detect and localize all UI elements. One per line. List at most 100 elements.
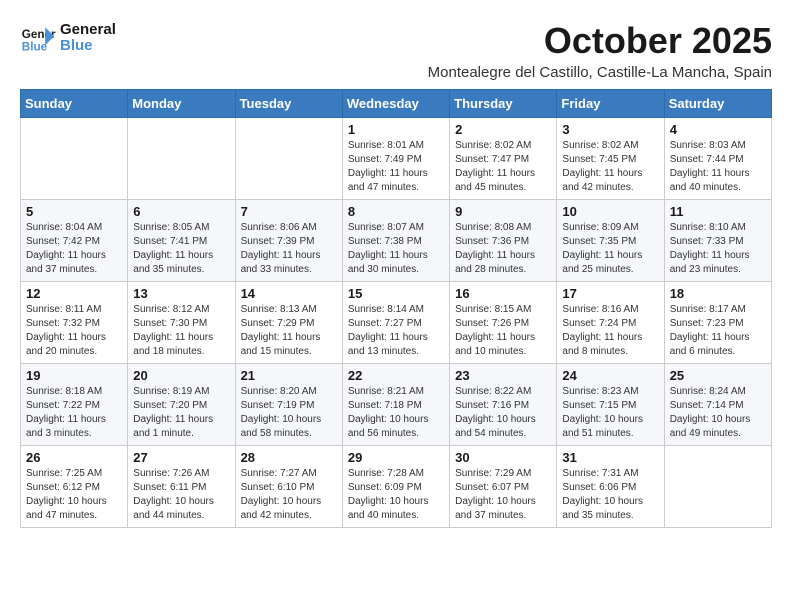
cell-text: Sunrise: 7:31 AM Sunset: 6:06 PM Dayligh… — [562, 467, 658, 523]
cell-text: Sunrise: 8:11 AM Sunset: 7:32 PM Dayligh… — [26, 303, 122, 359]
cell-text: Sunrise: 8:21 AM Sunset: 7:18 PM Dayligh… — [348, 385, 444, 441]
day-number: 15 — [348, 286, 444, 301]
weekday-header-row: SundayMondayTuesdayWednesdayThursdayFrid… — [21, 90, 772, 118]
cell-text: Sunrise: 8:02 AM Sunset: 7:47 PM Dayligh… — [455, 139, 551, 195]
calendar-cell: 12 Sunrise: 8:11 AM Sunset: 7:32 PM Dayli… — [21, 282, 128, 364]
calendar-cell: 27 Sunrise: 7:26 AM Sunset: 6:11 PM Dayli… — [128, 446, 235, 528]
calendar-cell: 21Sunrise: 8:20 AM Sunset: 7:19 PM Dayli… — [235, 364, 342, 446]
weekday-header-tuesday: Tuesday — [235, 90, 342, 118]
cell-text: Sunrise: 8:02 AM Sunset: 7:45 PM Dayligh… — [562, 139, 658, 195]
cell-text: Sunrise: 7:29 AM Sunset: 6:07 PM Dayligh… — [455, 467, 551, 523]
weekday-header-wednesday: Wednesday — [342, 90, 449, 118]
calendar-cell: 18Sunrise: 8:17 AM Sunset: 7:23 PM Dayli… — [664, 282, 771, 364]
cell-text: Sunrise: 8:22 AM Sunset: 7:16 PM Dayligh… — [455, 385, 551, 441]
calendar-cell: 24Sunrise: 8:23 AM Sunset: 7:15 PM Dayli… — [557, 364, 664, 446]
day-number: 14 — [241, 286, 337, 301]
week-row-2: 5 Sunrise: 8:04 AM Sunset: 7:42 PM Daylig… — [21, 200, 772, 282]
title-block: October 2025 Montealegre del Castillo, C… — [428, 20, 772, 81]
day-number: 22 — [348, 368, 444, 383]
day-number: 8 — [348, 204, 444, 219]
calendar-cell: 4Sunrise: 8:03 AM Sunset: 7:44 PM Daylig… — [664, 118, 771, 200]
cell-text: Sunrise: 8:09 AM Sunset: 7:35 PM Dayligh… — [562, 221, 658, 277]
calendar-cell — [235, 118, 342, 200]
day-number: 27 — [133, 450, 229, 465]
calendar-cell: 26 Sunrise: 7:25 AM Sunset: 6:12 PM Dayli… — [21, 446, 128, 528]
day-number: 3 — [562, 122, 658, 137]
cell-text: Sunrise: 8:13 AM Sunset: 7:29 PM Dayligh… — [241, 303, 337, 359]
week-row-3: 12 Sunrise: 8:11 AM Sunset: 7:32 PM Dayli… — [21, 282, 772, 364]
calendar-cell: 11 Sunrise: 8:10 AM Sunset: 7:33 PM Dayli… — [664, 200, 771, 282]
calendar-cell — [664, 446, 771, 528]
cell-text: Sunrise: 8:14 AM Sunset: 7:27 PM Dayligh… — [348, 303, 444, 359]
cell-text: Sunrise: 8:04 AM Sunset: 7:42 PM Dayligh… — [26, 221, 122, 277]
week-row-5: 26 Sunrise: 7:25 AM Sunset: 6:12 PM Dayli… — [21, 446, 772, 528]
weekday-header-friday: Friday — [557, 90, 664, 118]
cell-text: Sunrise: 7:28 AM Sunset: 6:09 PM Dayligh… — [348, 467, 444, 523]
calendar-cell: 30Sunrise: 7:29 AM Sunset: 6:07 PM Dayli… — [450, 446, 557, 528]
cell-text: Sunrise: 8:08 AM Sunset: 7:36 PM Dayligh… — [455, 221, 551, 277]
day-number: 13 — [133, 286, 229, 301]
day-number: 23 — [455, 368, 551, 383]
day-number: 26 — [26, 450, 122, 465]
cell-text: Sunrise: 7:25 AM Sunset: 6:12 PM Dayligh… — [26, 467, 122, 523]
weekday-header-monday: Monday — [128, 90, 235, 118]
cell-text: Sunrise: 7:26 AM Sunset: 6:11 PM Dayligh… — [133, 467, 229, 523]
day-number: 31 — [562, 450, 658, 465]
month-title: October 2025 — [428, 20, 772, 62]
day-number: 10 — [562, 204, 658, 219]
day-number: 11 — [670, 204, 766, 219]
logo-icon: General Blue — [20, 20, 56, 56]
day-number: 4 — [670, 122, 766, 137]
cell-text: Sunrise: 8:10 AM Sunset: 7:33 PM Dayligh… — [670, 221, 766, 277]
day-number: 1 — [348, 122, 444, 137]
day-number: 29 — [348, 450, 444, 465]
calendar-cell: 3 Sunrise: 8:02 AM Sunset: 7:45 PM Daylig… — [557, 118, 664, 200]
calendar-cell: 8Sunrise: 8:07 AM Sunset: 7:38 PM Daylig… — [342, 200, 449, 282]
cell-text: Sunrise: 8:12 AM Sunset: 7:30 PM Dayligh… — [133, 303, 229, 359]
location-subtitle: Montealegre del Castillo, Castille-La Ma… — [428, 64, 772, 81]
calendar-cell: 13 Sunrise: 8:12 AM Sunset: 7:30 PM Dayli… — [128, 282, 235, 364]
calendar-cell: 17 Sunrise: 8:16 AM Sunset: 7:24 PM Dayli… — [557, 282, 664, 364]
cell-text: Sunrise: 8:16 AM Sunset: 7:24 PM Dayligh… — [562, 303, 658, 359]
svg-text:Blue: Blue — [22, 41, 48, 54]
calendar-cell: 22 Sunrise: 8:21 AM Sunset: 7:18 PM Dayli… — [342, 364, 449, 446]
day-number: 19 — [26, 368, 122, 383]
calendar-table: SundayMondayTuesdayWednesdayThursdayFrid… — [20, 89, 772, 528]
cell-text: Sunrise: 8:20 AM Sunset: 7:19 PM Dayligh… — [241, 385, 337, 441]
day-number: 25 — [670, 368, 766, 383]
day-number: 24 — [562, 368, 658, 383]
day-number: 5 — [26, 204, 122, 219]
week-row-1: 1 Sunrise: 8:01 AM Sunset: 7:49 PM Daylig… — [21, 118, 772, 200]
calendar-cell: 10 Sunrise: 8:09 AM Sunset: 7:35 PM Dayli… — [557, 200, 664, 282]
day-number: 7 — [241, 204, 337, 219]
week-row-4: 19Sunrise: 8:18 AM Sunset: 7:22 PM Dayli… — [21, 364, 772, 446]
logo-line1: General — [60, 22, 116, 39]
calendar-cell: 16Sunrise: 8:15 AM Sunset: 7:26 PM Dayli… — [450, 282, 557, 364]
calendar-cell: 25 Sunrise: 8:24 AM Sunset: 7:14 PM Dayli… — [664, 364, 771, 446]
logo-line2: Blue — [60, 38, 116, 55]
cell-text: Sunrise: 8:15 AM Sunset: 7:26 PM Dayligh… — [455, 303, 551, 359]
calendar-cell: 28 Sunrise: 7:27 AM Sunset: 6:10 PM Dayli… — [235, 446, 342, 528]
logo: General Blue General Blue — [20, 20, 116, 56]
cell-text: Sunrise: 8:17 AM Sunset: 7:23 PM Dayligh… — [670, 303, 766, 359]
calendar-cell: 1 Sunrise: 8:01 AM Sunset: 7:49 PM Daylig… — [342, 118, 449, 200]
page-header: General Blue General Blue October 2025 M… — [20, 20, 772, 81]
cell-text: Sunrise: 7:27 AM Sunset: 6:10 PM Dayligh… — [241, 467, 337, 523]
calendar-cell — [21, 118, 128, 200]
cell-text: Sunrise: 8:24 AM Sunset: 7:14 PM Dayligh… — [670, 385, 766, 441]
calendar-cell: 31 Sunrise: 7:31 AM Sunset: 6:06 PM Dayli… — [557, 446, 664, 528]
calendar-cell: 9Sunrise: 8:08 AM Sunset: 7:36 PM Daylig… — [450, 200, 557, 282]
day-number: 12 — [26, 286, 122, 301]
calendar-cell: 29 Sunrise: 7:28 AM Sunset: 6:09 PM Dayli… — [342, 446, 449, 528]
weekday-header-saturday: Saturday — [664, 90, 771, 118]
calendar-cell — [128, 118, 235, 200]
calendar-cell: 15 Sunrise: 8:14 AM Sunset: 7:27 PM Dayli… — [342, 282, 449, 364]
calendar-cell: 14 Sunrise: 8:13 AM Sunset: 7:29 PM Dayli… — [235, 282, 342, 364]
cell-text: Sunrise: 8:01 AM Sunset: 7:49 PM Dayligh… — [348, 139, 444, 195]
day-number: 17 — [562, 286, 658, 301]
day-number: 28 — [241, 450, 337, 465]
cell-text: Sunrise: 8:19 AM Sunset: 7:20 PM Dayligh… — [133, 385, 229, 441]
cell-text: Sunrise: 8:05 AM Sunset: 7:41 PM Dayligh… — [133, 221, 229, 277]
day-number: 20 — [133, 368, 229, 383]
calendar-cell: 19Sunrise: 8:18 AM Sunset: 7:22 PM Dayli… — [21, 364, 128, 446]
